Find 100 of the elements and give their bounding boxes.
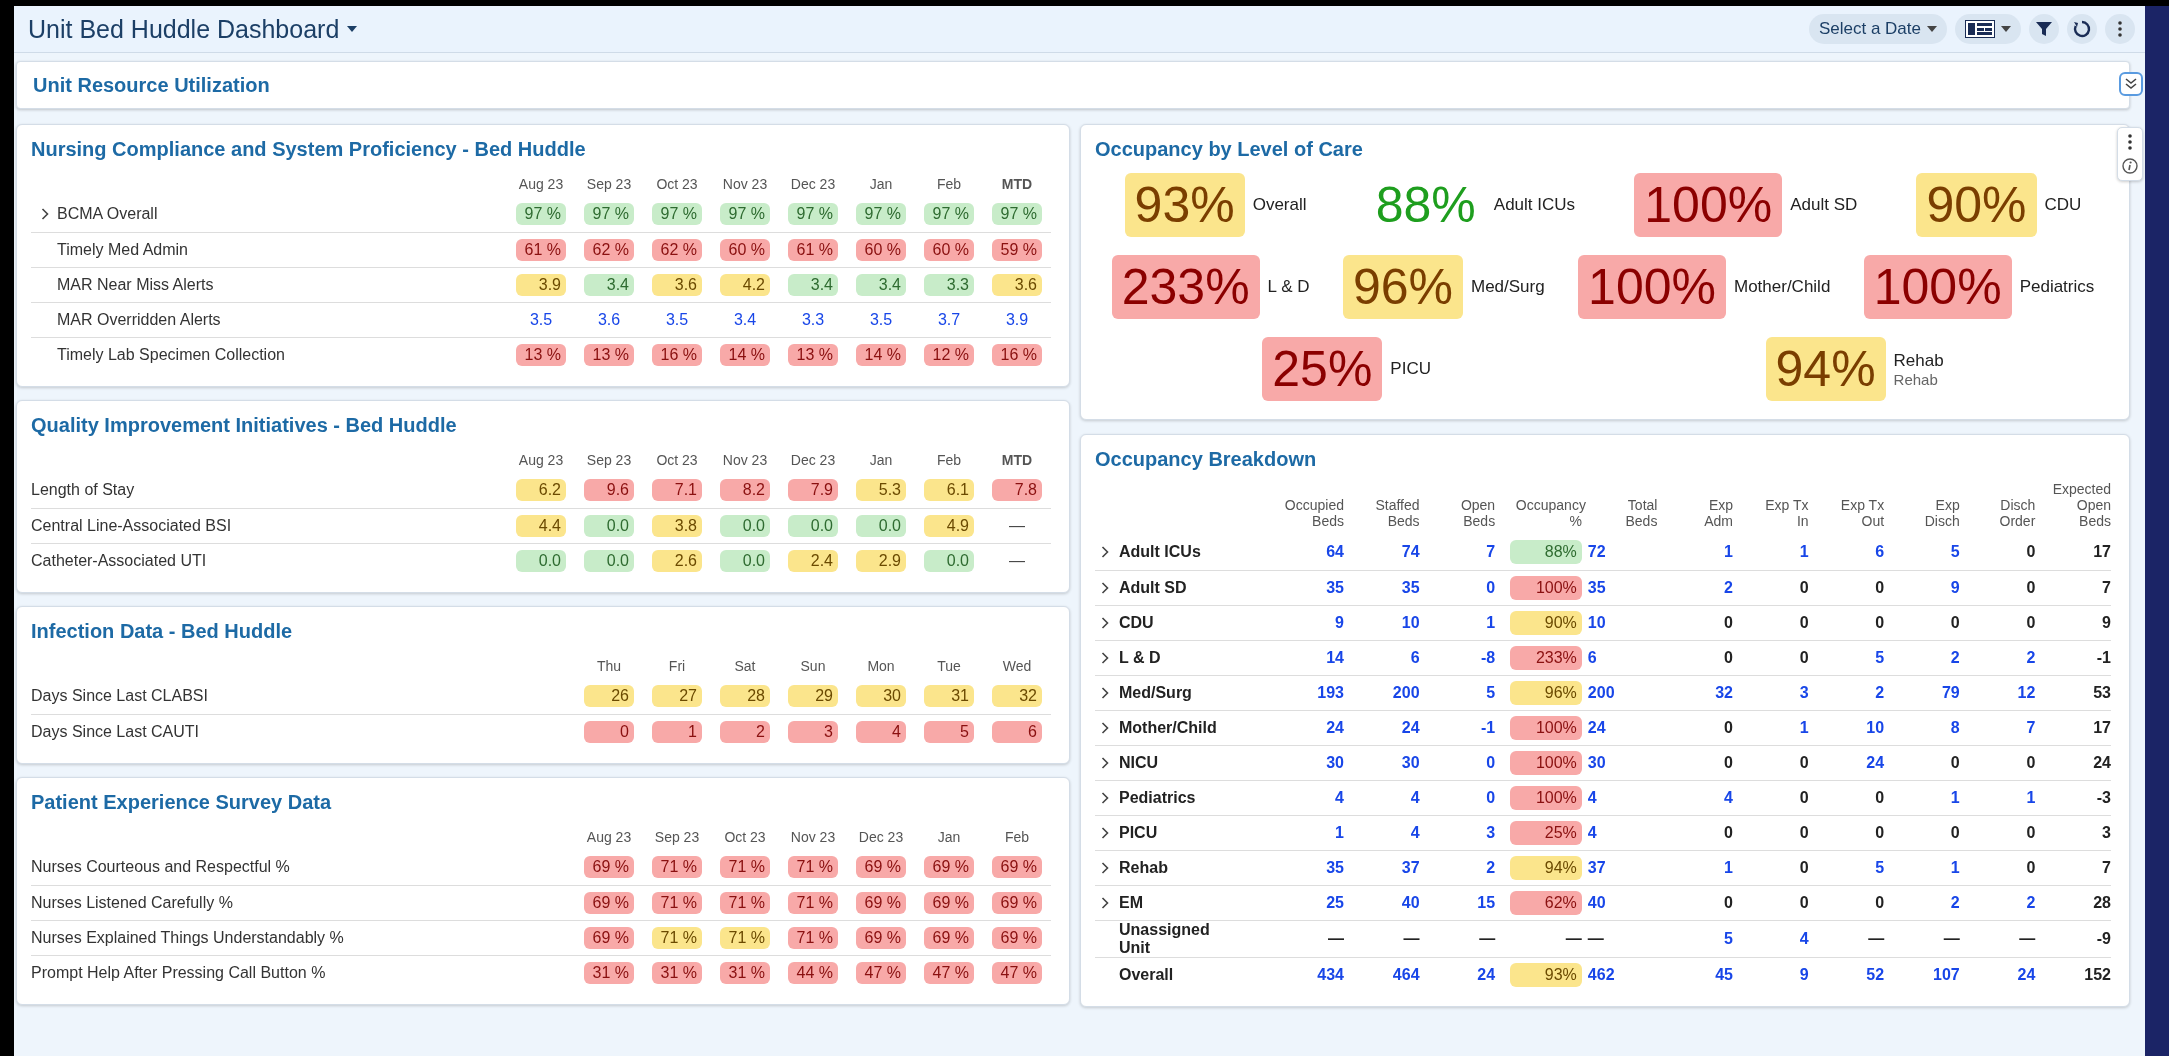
- value-link[interactable]: 3.5: [869, 310, 893, 328]
- value-link[interactable]: 193: [1317, 683, 1344, 701]
- value-link[interactable]: 4: [1799, 929, 1809, 947]
- value-link[interactable]: 32: [1715, 683, 1733, 701]
- value-link[interactable]: 2: [1950, 893, 1960, 911]
- value-link[interactable]: 24: [1401, 718, 1420, 736]
- value-link[interactable]: 35: [1326, 858, 1344, 876]
- value-link[interactable]: 15: [1477, 893, 1496, 911]
- value-link[interactable]: 0: [1486, 753, 1496, 771]
- collapse-button[interactable]: [2119, 72, 2143, 96]
- value-link[interactable]: 1: [1799, 543, 1809, 561]
- occupancy-value: 93%: [1124, 173, 1245, 237]
- value-link[interactable]: 4: [1587, 823, 1597, 841]
- value-link[interactable]: 24: [2017, 965, 2036, 983]
- value-link[interactable]: 2: [1486, 858, 1496, 876]
- value-link[interactable]: 8: [1950, 718, 1960, 736]
- value-link[interactable]: 2: [2026, 648, 2036, 666]
- value-link[interactable]: 464: [1392, 965, 1420, 983]
- value-link[interactable]: 10: [1866, 718, 1885, 736]
- value-link[interactable]: 24: [1587, 718, 1606, 736]
- value-link[interactable]: 9: [1799, 965, 1809, 983]
- value-link[interactable]: 462: [1587, 965, 1615, 983]
- value-link[interactable]: 14: [1326, 648, 1344, 666]
- more-options-button[interactable]: [2128, 134, 2132, 150]
- value-link[interactable]: 45: [1715, 965, 1733, 983]
- value-link[interactable]: 3.4: [733, 310, 757, 328]
- value-link[interactable]: 1: [1799, 718, 1809, 736]
- value-link[interactable]: 6: [1410, 648, 1420, 666]
- value-link[interactable]: 5: [1875, 858, 1885, 876]
- value-link[interactable]: 4: [1410, 788, 1420, 806]
- value-link[interactable]: 35: [1326, 578, 1344, 596]
- info-button[interactable]: [2122, 158, 2138, 174]
- value-link[interactable]: 74: [1401, 543, 1420, 561]
- value-link[interactable]: 30: [1401, 753, 1420, 771]
- value-link[interactable]: 1: [1724, 543, 1733, 561]
- value-link[interactable]: 79: [1941, 683, 1960, 701]
- refresh-button[interactable]: [2067, 14, 2097, 44]
- value-link[interactable]: 4: [1724, 788, 1733, 806]
- value-link[interactable]: 5: [1875, 648, 1885, 666]
- value-link[interactable]: 30: [1326, 753, 1344, 771]
- value-link[interactable]: 7: [2026, 718, 2036, 736]
- value-link[interactable]: 3.3: [801, 310, 825, 328]
- value-link[interactable]: 434: [1317, 965, 1344, 983]
- value-link[interactable]: 2: [1875, 683, 1885, 701]
- value-link[interactable]: 9: [1335, 613, 1344, 631]
- value-link[interactable]: 3.5: [665, 310, 689, 328]
- value-link[interactable]: 1: [1950, 858, 1960, 876]
- value-link[interactable]: 24: [1326, 718, 1344, 736]
- value-link[interactable]: 3.9: [1005, 310, 1029, 328]
- value-link[interactable]: 3: [1799, 683, 1809, 701]
- value-link[interactable]: 3.6: [597, 310, 621, 328]
- status-badge: 6: [992, 720, 1042, 743]
- value-link[interactable]: 52: [1866, 965, 1885, 983]
- dashboard-menu-button[interactable]: Unit Bed Huddle Dashboard: [28, 14, 358, 44]
- value-link[interactable]: 1: [1950, 788, 1960, 806]
- filter-button[interactable]: [2029, 14, 2059, 44]
- value-link[interactable]: 37: [1587, 858, 1606, 876]
- value-link[interactable]: 0: [1486, 578, 1496, 596]
- value-link[interactable]: 3: [1486, 823, 1496, 841]
- value-link[interactable]: 37: [1401, 858, 1420, 876]
- value-link[interactable]: -8: [1480, 648, 1496, 666]
- value-link[interactable]: 40: [1587, 893, 1606, 911]
- value-link[interactable]: 3.5: [529, 310, 553, 328]
- value-link[interactable]: 24: [1477, 965, 1496, 983]
- value-link[interactable]: 9: [1950, 578, 1960, 596]
- value-link[interactable]: 35: [1587, 578, 1606, 596]
- value-link[interactable]: -1: [1480, 718, 1496, 736]
- value-link[interactable]: 5: [1486, 683, 1496, 701]
- value-link[interactable]: 1: [2026, 788, 2036, 806]
- value-link[interactable]: 4: [1587, 788, 1597, 806]
- value-link[interactable]: 6: [1587, 648, 1597, 666]
- value-link[interactable]: 200: [1392, 683, 1420, 701]
- value-link[interactable]: 1: [1724, 858, 1733, 876]
- value-link[interactable]: 12: [2017, 683, 2036, 701]
- value-link[interactable]: 35: [1401, 578, 1420, 596]
- value-link[interactable]: 5: [1724, 929, 1733, 947]
- value-link[interactable]: 10: [1587, 613, 1606, 631]
- value-link[interactable]: 10: [1401, 613, 1420, 631]
- value-link[interactable]: 64: [1326, 543, 1344, 561]
- value-link[interactable]: 72: [1587, 543, 1606, 561]
- value-link[interactable]: 30: [1587, 753, 1606, 771]
- value-link[interactable]: 2: [1724, 578, 1733, 596]
- value-link[interactable]: 0: [1486, 788, 1496, 806]
- value-link[interactable]: 200: [1587, 683, 1615, 701]
- layout-button[interactable]: [1955, 14, 2021, 44]
- value-link[interactable]: 6: [1875, 543, 1885, 561]
- value-link[interactable]: 5: [1950, 543, 1960, 561]
- value-link[interactable]: 1: [1335, 823, 1344, 841]
- value-link[interactable]: 4: [1335, 788, 1344, 806]
- value-link[interactable]: 24: [1866, 753, 1885, 771]
- value-link[interactable]: 25: [1326, 893, 1344, 911]
- value-link[interactable]: 7: [1486, 543, 1496, 561]
- value-link[interactable]: 1: [1486, 613, 1496, 631]
- value-link[interactable]: 3.7: [937, 310, 961, 328]
- value-link[interactable]: 2: [2026, 893, 2036, 911]
- value-link[interactable]: 107: [1933, 965, 1960, 983]
- value-link[interactable]: 40: [1401, 893, 1420, 911]
- value-link[interactable]: 2: [1950, 648, 1960, 666]
- date-button[interactable]: Select a Date: [1808, 14, 1947, 44]
- value-link[interactable]: 4: [1410, 823, 1420, 841]
